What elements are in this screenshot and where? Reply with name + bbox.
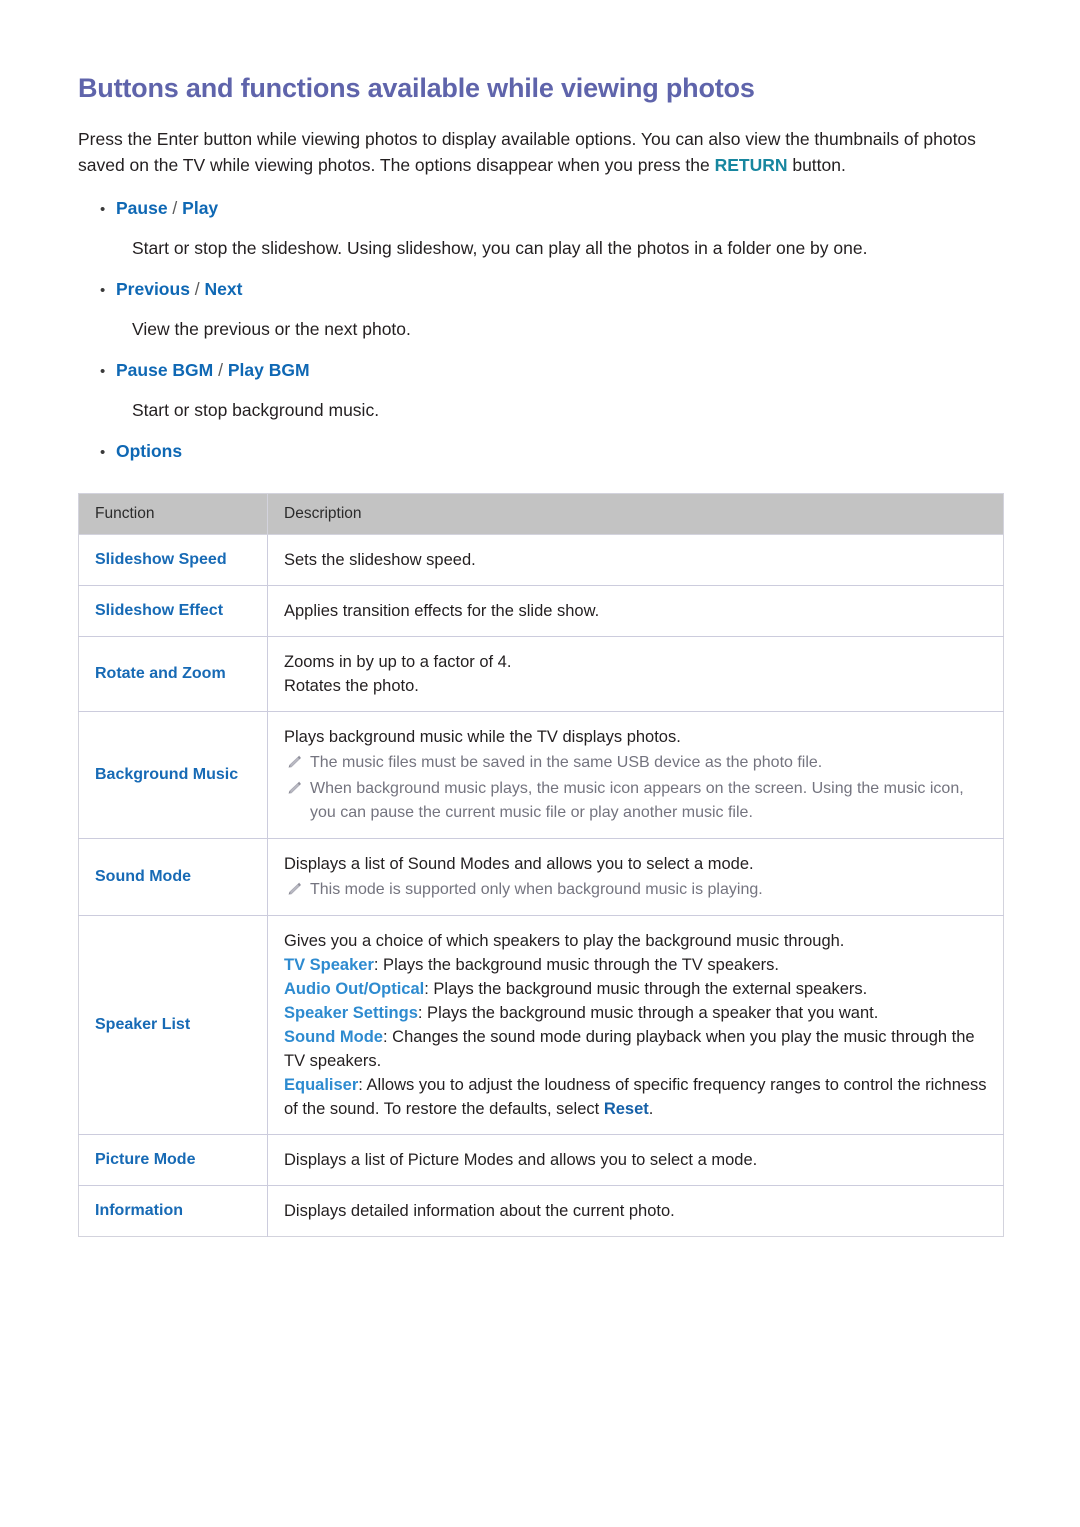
bullet-label-b[interactable]: Play BGM <box>228 360 310 380</box>
description-cell: Displays detailed information about the … <box>267 1185 1004 1237</box>
pencil-icon <box>284 778 306 800</box>
pencil-icon <box>284 752 306 774</box>
column-header-description: Description <box>267 493 1004 536</box>
document-page: Buttons and functions available while vi… <box>0 0 1080 1527</box>
bullet-row: • Pause / Play <box>100 196 1002 222</box>
bullet-block-options: • Options <box>78 439 1002 465</box>
keyword-speaker-settings[interactable]: Speaker Settings <box>284 1004 418 1022</box>
description-text-tail: . <box>648 1100 654 1119</box>
bullet-row: • Options <box>100 439 1002 465</box>
bullet-label-pause-play: Pause / Play <box>116 196 218 220</box>
description-cell: Displays a list of Sound Modes and allow… <box>267 838 1004 916</box>
bullet-label-pause-bgm-play-bgm: Pause BGM / Play BGM <box>116 358 310 382</box>
table-row: Picture Mode Displays a list of Picture … <box>78 1134 1004 1186</box>
note-row: When background music plays, the music i… <box>284 777 989 825</box>
note-text: The music files must be saved in the sam… <box>310 754 823 772</box>
intro-paragraph: Press the Enter button while viewing pho… <box>78 126 993 178</box>
bullet-separator: / <box>213 360 228 381</box>
description-line: Sound Mode: Changes the sound mode durin… <box>284 1025 989 1073</box>
page-title: Buttons and functions available while vi… <box>78 73 755 103</box>
column-header-function: Function <box>78 493 268 536</box>
bullet-description: View the previous or the next photo. <box>132 319 411 340</box>
note-text: When background music plays, the music i… <box>310 780 964 822</box>
function-name-picture-mode[interactable]: Picture Mode <box>78 1134 268 1186</box>
table-row: Speaker List Gives you a choice of which… <box>78 915 1004 1135</box>
description-cell: Plays background music while the TV disp… <box>267 711 1004 839</box>
function-name-sound-mode[interactable]: Sound Mode <box>78 838 268 916</box>
description-line: Sets the slideshow speed. <box>284 551 476 570</box>
bullet-block-pause-play: • Pause / Play Start or stop the slidesh… <box>78 196 1002 261</box>
description-line: Plays background music while the TV disp… <box>284 728 681 747</box>
description-line: TV Speaker: Plays the background music t… <box>284 953 989 977</box>
description-line: Displays a list of Picture Modes and all… <box>284 1151 758 1170</box>
keyword-audio-out-optical[interactable]: Audio Out/Optical <box>284 980 424 998</box>
bullet-separator: / <box>189 279 205 300</box>
description-cell: Zooms in by up to a factor of 4. Rotates… <box>267 636 1004 712</box>
bullet-description: Start or stop the slideshow. Using slide… <box>132 238 868 259</box>
bullet-description: Start or stop background music. <box>132 400 380 421</box>
description-text: : Changes the sound mode during playback… <box>284 1028 975 1071</box>
description-line: Rotates the photo. <box>284 677 419 696</box>
description-line: Zooms in by up to a factor of 4. <box>284 653 512 672</box>
table-row: Rotate and Zoom Zooms in by up to a fact… <box>78 636 1004 712</box>
keyword-equaliser[interactable]: Equaliser <box>284 1076 358 1094</box>
table-row: Slideshow Speed Sets the slideshow speed… <box>78 534 1004 586</box>
function-name-speaker-list[interactable]: Speaker List <box>78 915 268 1135</box>
function-name-slideshow-speed[interactable]: Slideshow Speed <box>78 534 268 586</box>
description-line: Displays a list of Sound Modes and allow… <box>284 855 754 874</box>
bullet-separator: / <box>167 198 183 219</box>
bullet-row: • Pause BGM / Play BGM <box>100 358 1002 384</box>
bullet-label-b[interactable]: Next <box>205 279 243 299</box>
table-row: Information Displays detailed informatio… <box>78 1185 1004 1237</box>
bullet-block-pause-bgm-play-bgm: • Pause BGM / Play BGM Start or stop bac… <box>78 358 1002 423</box>
note-row: This mode is supported only when backgro… <box>284 878 989 902</box>
bullet-label-a[interactable]: Previous <box>116 279 190 299</box>
table-row: Sound Mode Displays a list of Sound Mode… <box>78 838 1004 916</box>
table-row: Slideshow Effect Applies transition effe… <box>78 585 1004 637</box>
description-line: Speaker Settings: Plays the background m… <box>284 1001 989 1025</box>
bullet-row: • Previous / Next <box>100 277 1002 303</box>
bullet-dot-icon: • <box>100 282 106 300</box>
description-cell: Displays a list of Picture Modes and all… <box>267 1134 1004 1186</box>
description-line: Gives you a choice of which speakers to … <box>284 932 845 951</box>
description-line: Applies transition effects for the slide… <box>284 602 600 621</box>
bullet-dot-icon: • <box>100 363 106 381</box>
description-text: : Plays the background music through the… <box>373 956 779 975</box>
keyword-reset[interactable]: Reset <box>604 1100 649 1118</box>
table-header-row: Function Description <box>78 493 1004 536</box>
keyword-tv-speaker[interactable]: TV Speaker <box>284 956 374 974</box>
function-name-slideshow-effect[interactable]: Slideshow Effect <box>78 585 268 637</box>
bullet-label-a[interactable]: Pause BGM <box>116 360 213 380</box>
description-line: Equaliser: Allows you to adjust the loud… <box>284 1073 989 1121</box>
pencil-icon <box>284 879 306 901</box>
options-table: Function Description Slideshow Speed Set… <box>78 493 1004 1238</box>
intro-text-part2: button. <box>787 155 846 176</box>
description-cell: Gives you a choice of which speakers to … <box>267 915 1004 1135</box>
bullet-label-options[interactable]: Options <box>116 439 182 463</box>
description-cell: Applies transition effects for the slide… <box>267 585 1004 637</box>
table-row: Background Music Plays background music … <box>78 711 1004 839</box>
bullet-block-previous-next: • Previous / Next View the previous or t… <box>78 277 1002 342</box>
description-text: : Plays the background music through a s… <box>417 1004 879 1023</box>
keyword-sound-mode[interactable]: Sound Mode <box>284 1028 383 1046</box>
bullet-dot-icon: • <box>100 201 106 219</box>
note-row: The music files must be saved in the sam… <box>284 751 989 775</box>
description-cell: Sets the slideshow speed. <box>267 534 1004 586</box>
bullet-label-b[interactable]: Play <box>182 198 218 218</box>
bullet-label-previous-next: Previous / Next <box>116 277 242 301</box>
function-name-information[interactable]: Information <box>78 1185 268 1237</box>
function-name-rotate-and-zoom[interactable]: Rotate and Zoom <box>78 636 268 712</box>
description-line: Audio Out/Optical: Plays the background … <box>284 977 989 1001</box>
bullet-label-a[interactable]: Pause <box>116 198 168 218</box>
note-text: This mode is supported only when backgro… <box>310 881 763 899</box>
function-name-background-music[interactable]: Background Music <box>78 711 268 839</box>
description-line: Displays detailed information about the … <box>284 1202 675 1221</box>
bullet-dot-icon: • <box>100 444 106 462</box>
description-text: : Plays the background music through the… <box>424 980 868 999</box>
return-keyword[interactable]: RETURN <box>715 155 788 175</box>
